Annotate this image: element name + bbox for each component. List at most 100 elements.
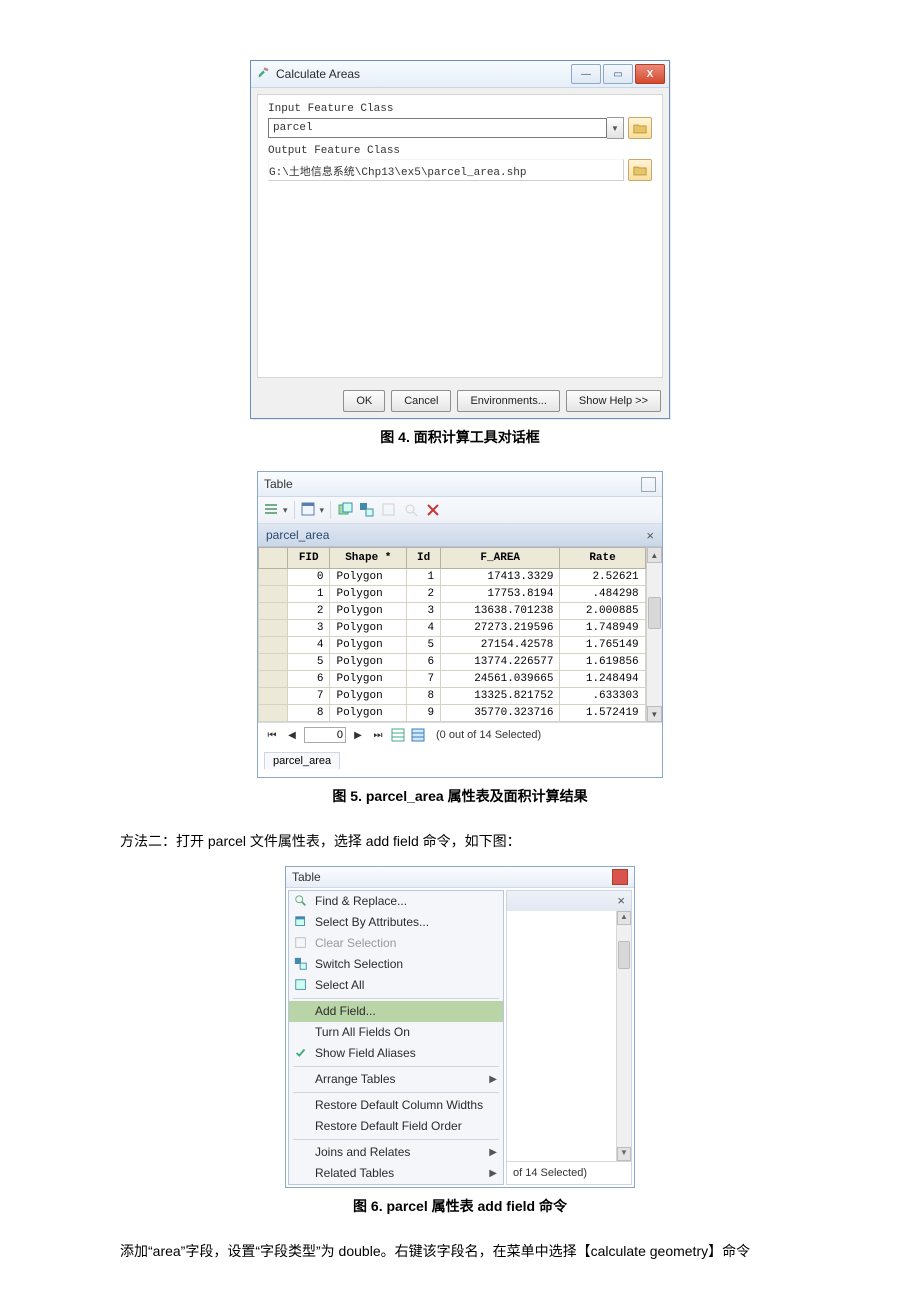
output-feature-field[interactable]: G:\土地信息系统\Chp13\ex5\parcel_area.shp — [268, 159, 624, 181]
record-index-input[interactable] — [304, 727, 346, 743]
list-icon[interactable] — [264, 502, 280, 518]
menu-item-label: Switch Selection — [315, 957, 497, 971]
close-tab-icon[interactable]: × — [646, 528, 654, 543]
menu-item[interactable]: Show Field Aliases — [289, 1043, 503, 1064]
row-selector[interactable] — [259, 603, 288, 620]
table-row[interactable]: 1Polygon217753.8194.484298 — [259, 586, 646, 603]
input-feature-field[interactable]: parcel — [268, 118, 607, 138]
cell: Polygon — [330, 569, 407, 586]
table-row[interactable]: 3Polygon427273.2195961.748949 — [259, 620, 646, 637]
column-header[interactable]: FID — [288, 548, 330, 569]
clear-selection-icon — [381, 502, 397, 518]
record-navigator: ⏮ ◀ ▶ ⏭ (0 out of 14 Selected) — [258, 722, 662, 747]
menu-item[interactable]: Select All — [289, 975, 503, 996]
menu-item[interactable]: Turn All Fields On — [289, 1022, 503, 1043]
row-selector[interactable] — [259, 688, 288, 705]
cell: 1.619856 — [560, 654, 645, 671]
scroll-up-icon[interactable]: ▲ — [647, 547, 662, 563]
cell: 8 — [288, 705, 330, 722]
attribute-table-window: Table ▾ ▾ parcel_area × FIDShape *IdF_AR… — [257, 471, 663, 778]
menu-item[interactable]: Select By Attributes... — [289, 912, 503, 933]
menu-item[interactable]: Restore Default Column Widths — [289, 1095, 503, 1116]
cell: 5 — [288, 654, 330, 671]
column-header[interactable]: Rate — [560, 548, 645, 569]
menu-item-label: Arrange Tables — [315, 1072, 483, 1086]
input-dropdown[interactable]: ▼ — [607, 117, 624, 139]
menu-item[interactable]: Related Tables▶ — [289, 1163, 503, 1184]
next-record-button[interactable]: ▶ — [350, 727, 366, 743]
menu-item-label: Find & Replace... — [315, 894, 497, 908]
column-header[interactable]: Id — [407, 548, 441, 569]
show-help-button[interactable]: Show Help >> — [566, 390, 661, 412]
scroll-down-icon[interactable]: ▼ — [647, 706, 662, 722]
menu-item[interactable]: Find & Replace... — [289, 891, 503, 912]
headless-button[interactable] — [641, 477, 656, 492]
bottom-tab-bar: parcel_area — [258, 747, 662, 777]
vertical-scrollbar[interactable]: ▲ ▼ — [616, 911, 631, 1161]
cell: 3 — [407, 603, 441, 620]
output-browse-button[interactable] — [628, 159, 652, 181]
close-pane-icon[interactable]: × — [617, 893, 625, 908]
menu-item-label: Restore Default Column Widths — [315, 1098, 497, 1112]
row-selector[interactable] — [259, 569, 288, 586]
delete-icon[interactable] — [425, 502, 441, 518]
cell: 27154.42578 — [441, 637, 560, 654]
cell: 7 — [288, 688, 330, 705]
close-button[interactable] — [612, 869, 628, 885]
dialog-titlebar: Calculate Areas — ▭ X — [251, 61, 669, 88]
show-selected-icon[interactable] — [410, 727, 426, 743]
menu-item[interactable]: Joins and Relates▶ — [289, 1142, 503, 1163]
table-title: Table — [264, 477, 293, 491]
table-row[interactable]: 8Polygon935770.3237161.572419 — [259, 705, 646, 722]
dialog-body: Input Feature Class parcel ▼ Output Feat… — [257, 94, 663, 378]
last-record-button[interactable]: ⏭ — [370, 727, 386, 743]
vertical-scrollbar[interactable]: ▲ ▼ — [646, 547, 662, 722]
selection-status: of 14 Selected) — [507, 1161, 631, 1184]
row-selector[interactable] — [259, 637, 288, 654]
cell: Polygon — [330, 705, 407, 722]
scroll-down-icon[interactable]: ▼ — [617, 1147, 631, 1161]
first-record-button[interactable]: ⏮ — [264, 727, 280, 743]
close-button[interactable]: X — [635, 64, 665, 84]
menu-item[interactable]: Switch Selection — [289, 954, 503, 975]
table-tab[interactable]: parcel_area — [264, 752, 340, 769]
table-options-icon[interactable] — [301, 502, 317, 518]
scroll-thumb[interactable] — [618, 941, 630, 969]
show-all-icon[interactable] — [390, 727, 406, 743]
menu-item[interactable]: Add Field... — [289, 1001, 503, 1022]
prev-record-button[interactable]: ◀ — [284, 727, 300, 743]
cancel-button[interactable]: Cancel — [391, 390, 451, 412]
table-row[interactable]: 4Polygon527154.425781.765149 — [259, 637, 646, 654]
menu-item[interactable]: Arrange Tables▶ — [289, 1069, 503, 1090]
row-selector[interactable] — [259, 586, 288, 603]
add-selection-icon[interactable] — [337, 502, 353, 518]
column-header[interactable]: Shape * — [330, 548, 407, 569]
table-row[interactable]: 6Polygon724561.0396651.248494 — [259, 671, 646, 688]
cell: 24561.039665 — [441, 671, 560, 688]
cell: 2.000885 — [560, 603, 645, 620]
row-selector[interactable] — [259, 671, 288, 688]
switch-selection-icon[interactable] — [359, 502, 375, 518]
menu-item-label: Related Tables — [315, 1166, 483, 1180]
table-row[interactable]: 7Polygon813325.821752.633303 — [259, 688, 646, 705]
menu-item-label: Restore Default Field Order — [315, 1119, 497, 1133]
table-row[interactable]: 0Polygon117413.33292.52621 — [259, 569, 646, 586]
menu-item[interactable]: Restore Default Field Order — [289, 1116, 503, 1137]
scroll-up-icon[interactable]: ▲ — [617, 911, 631, 925]
attribute-grid[interactable]: FIDShape *IdF_AREARate 0Polygon117413.33… — [258, 547, 646, 722]
menu-item: Clear Selection — [289, 933, 503, 954]
table-row[interactable]: 2Polygon313638.7012382.000885 — [259, 603, 646, 620]
environments-button[interactable]: Environments... — [457, 390, 559, 412]
table-row[interactable]: 5Polygon613774.2265771.619856 — [259, 654, 646, 671]
input-browse-button[interactable] — [628, 117, 652, 139]
row-selector[interactable] — [259, 620, 288, 637]
cell: Polygon — [330, 654, 407, 671]
row-selector[interactable] — [259, 705, 288, 722]
row-selector[interactable] — [259, 654, 288, 671]
scroll-thumb[interactable] — [648, 597, 661, 629]
minimize-button[interactable]: — — [571, 64, 601, 84]
ok-button[interactable]: OK — [343, 390, 385, 412]
column-header[interactable]: F_AREA — [441, 548, 560, 569]
maximize-button[interactable]: ▭ — [603, 64, 633, 84]
select-attr-icon — [293, 914, 309, 930]
